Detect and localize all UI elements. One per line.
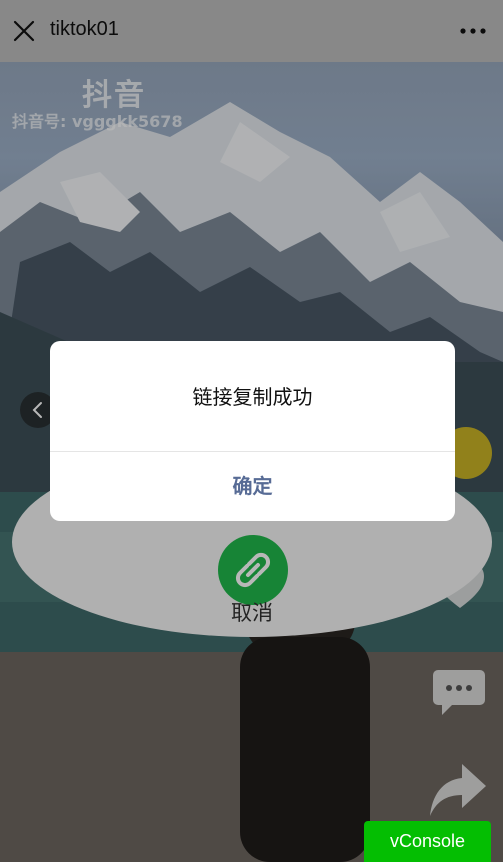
vconsole-button[interactable]: vConsole <box>364 821 491 862</box>
alert-dialog: 链接复制成功 确定 <box>50 341 455 521</box>
confirm-button[interactable]: 确定 <box>50 452 455 521</box>
dialog-message: 链接复制成功 <box>192 385 313 409</box>
